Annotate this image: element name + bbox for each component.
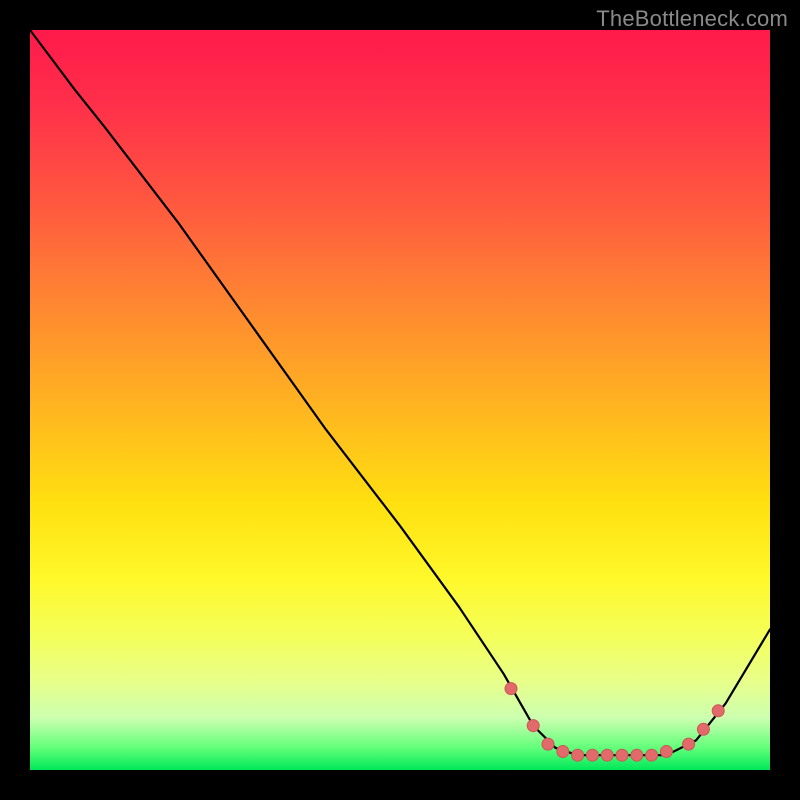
chart-stage: TheBottleneck.com (0, 0, 800, 800)
curve-marker (712, 705, 724, 717)
curve-marker (557, 746, 569, 758)
curve-marker (631, 749, 643, 761)
curve-marker (646, 749, 658, 761)
curve-marker (572, 749, 584, 761)
curve-marker (601, 749, 613, 761)
chart-svg (30, 30, 770, 770)
curve-marker (505, 683, 517, 695)
bottleneck-curve (30, 30, 770, 755)
curve-marker (616, 749, 628, 761)
curve-marker (660, 746, 672, 758)
watermark-text: TheBottleneck.com (596, 6, 788, 32)
curve-marker (586, 749, 598, 761)
curve-marker (527, 720, 539, 732)
curve-marker (542, 738, 554, 750)
curve-marker (683, 738, 695, 750)
curve-marker (697, 723, 709, 735)
curve-markers (505, 683, 724, 762)
chart-plot-area (30, 30, 770, 770)
